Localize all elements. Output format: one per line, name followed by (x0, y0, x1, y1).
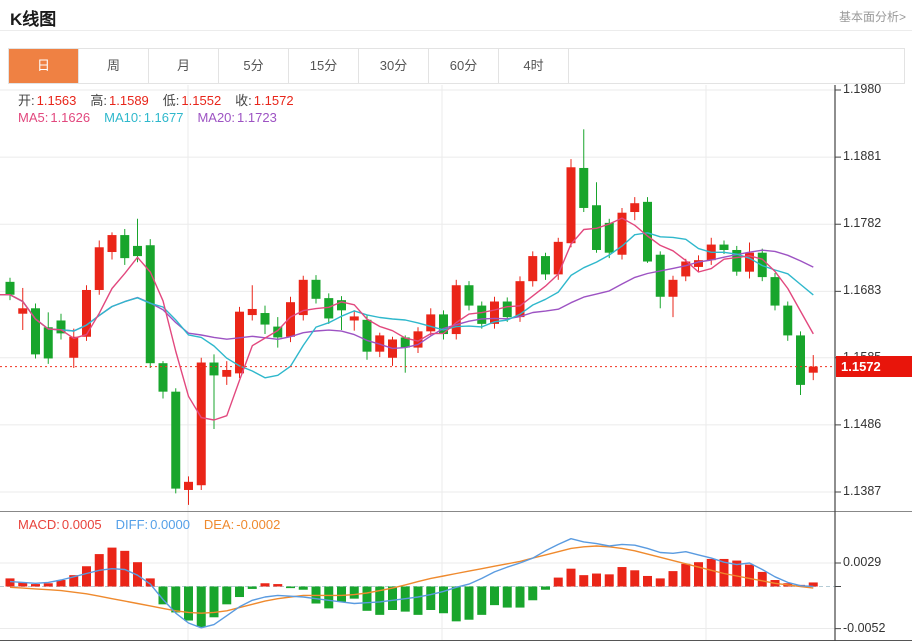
kline-page: K线图 基本面分析> 日周月5分15分30分60分4时 1.19801.1881… (0, 0, 912, 641)
ohlc-legend: 开:1.1563 高:1.1589 低:1.1552 收:1.1572 (18, 90, 308, 109)
legend-item: MACD:0.0005 (18, 517, 102, 532)
ma-legend: MA5:1.1626 MA10:1.1677 MA20:1.1723 (18, 110, 291, 125)
macd-axis-label: -0.0052 (843, 621, 885, 635)
legend-item: MA20:1.1723 (197, 110, 276, 125)
price-axis-label: 1.1881 (843, 149, 881, 163)
legend-item: 高:1.1589 (90, 93, 148, 108)
price-axis-label: 1.1980 (843, 82, 881, 96)
legend-item: MA10:1.1677 (104, 110, 183, 125)
legend-item: DIFF:0.0000 (116, 517, 190, 532)
legend-item: MA5:1.1626 (18, 110, 90, 125)
macd-axis-label: 0.0029 (843, 555, 881, 569)
legend-item: 低:1.1552 (163, 93, 221, 108)
price-axis-label: 1.1387 (843, 484, 881, 498)
legend-item: 收:1.1572 (235, 93, 293, 108)
legend-item: DEA:-0.0002 (204, 517, 280, 532)
price-axis-label: 1.1683 (843, 283, 881, 297)
last-price-tag: 1.1572 (836, 356, 912, 377)
price-axis-label: 1.1486 (843, 417, 881, 431)
macd-legend: MACD:0.0005 DIFF:0.0000 DEA:-0.0002 (18, 517, 294, 532)
price-axis-label: 1.1782 (843, 216, 881, 230)
legend-item: 开:1.1563 (18, 93, 76, 108)
